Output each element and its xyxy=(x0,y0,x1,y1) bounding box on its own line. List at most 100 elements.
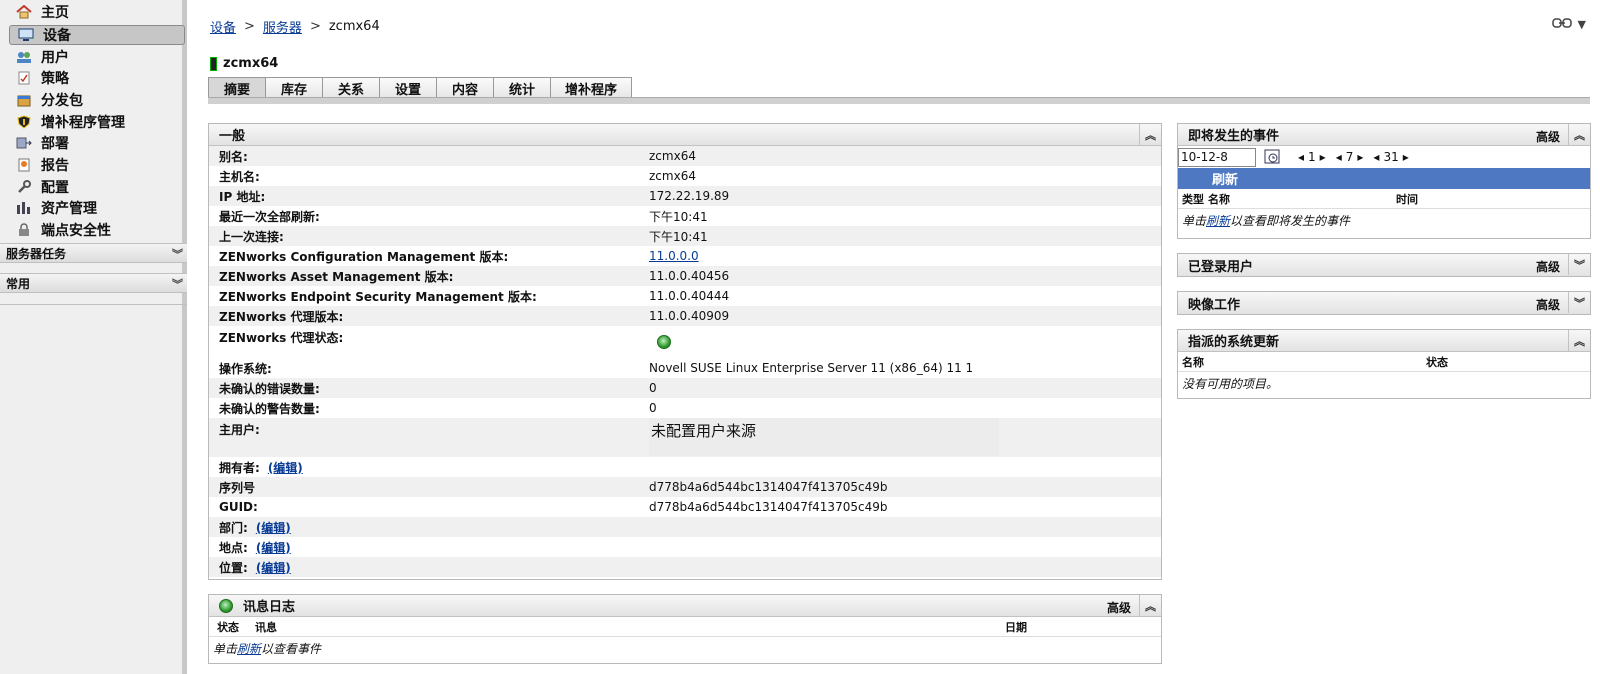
general-row: GUID: d778b4a6d544bc1314047f413705c49b xyxy=(209,497,1161,517)
section-label: 常用 xyxy=(6,276,31,291)
breadcrumb-servers[interactable]: 服务器 xyxy=(263,17,302,36)
sidebar-item-asset-management[interactable]: 资产管理 xyxy=(8,198,186,218)
day-stepper[interactable]: ◂ 1 ▸ xyxy=(1298,150,1326,164)
tab-inventory[interactable]: 库存 xyxy=(265,77,323,98)
advanced-link[interactable]: 高级 xyxy=(1536,258,1560,275)
owner-edit-link[interactable]: (编辑) xyxy=(268,459,303,476)
tab-summary[interactable]: 摘要 xyxy=(208,77,266,98)
logged-users-panel: 已登录用户 高级 ︾ xyxy=(1177,253,1591,277)
general-row: 未确认的错误数量: 0 xyxy=(209,378,1161,398)
column-message[interactable]: 讯息 xyxy=(255,619,1005,635)
chevron-double-up-icon[interactable]: ︽ xyxy=(1139,595,1161,616)
week-stepper[interactable]: ◂ 7 ▸ xyxy=(1336,150,1364,164)
bundle-icon xyxy=(15,92,33,108)
chevron-right-icon[interactable]: ▸ xyxy=(1320,150,1326,164)
row-label: ZENworks 代理状态: xyxy=(219,331,344,345)
monitor-icon xyxy=(17,27,35,43)
row-label: ZENworks 代理版本: xyxy=(219,309,344,324)
date-controls: 10-12-8 ◂ 1 ▸ ◂ 7 ▸ ◂ 31 ▸ xyxy=(1178,146,1590,168)
chevron-left-icon[interactable]: ◂ xyxy=(1336,150,1342,164)
sidebar-item-devices[interactable]: 设备 xyxy=(9,25,185,45)
chevron-double-up-icon[interactable]: ︽ xyxy=(1139,124,1161,145)
sidebar-item-endpoint-security[interactable]: 端点安全性 xyxy=(8,220,186,240)
tab-settings[interactable]: 设置 xyxy=(379,77,437,98)
general-row: 主用户: 未配置用户来源 xyxy=(209,418,1161,457)
date-input[interactable]: 10-12-8 xyxy=(1178,147,1256,167)
column-name[interactable]: 名称 xyxy=(1178,354,1426,370)
chevron-left-icon[interactable]: ◂ xyxy=(1373,150,1379,164)
chevron-left-icon[interactable]: ◂ xyxy=(1298,150,1304,164)
stepper-value: 7 xyxy=(1345,150,1354,164)
row-value: 172.22.19.89 xyxy=(649,189,730,203)
advanced-link[interactable]: 高级 xyxy=(1107,599,1131,616)
row-label: IP 地址: xyxy=(219,189,266,204)
general-rows: 别名: zcmx64 主机名: zcmx64 IP 地址: 172.22.19.89 … xyxy=(209,146,1161,577)
column-time[interactable]: 时间 xyxy=(1396,191,1418,207)
sidebar-item-users[interactable]: 用户 xyxy=(8,47,186,67)
month-stepper[interactable]: ◂ 31 ▸ xyxy=(1373,150,1408,164)
row-label: 地点: xyxy=(219,540,248,555)
panel-header[interactable]: 已登录用户 高级 ︾ xyxy=(1178,254,1590,276)
sidebar-item-label: 策略 xyxy=(41,71,69,87)
department-edit-link[interactable]: (编辑) xyxy=(256,519,291,536)
panel-title: 映像工作 xyxy=(1188,297,1241,313)
column-date[interactable]: 日期 xyxy=(1005,619,1027,635)
dropdown-arrow-icon[interactable]: ▼ xyxy=(1578,18,1586,31)
tab-statistics[interactable]: 统计 xyxy=(493,77,551,98)
upcoming-events-panel: 即将发生的事件 高级 ︽ 10-12-8 ◂ 1 ▸ ◂ 7 ▸ ◂ 31 ▸ 刷新 类型 … xyxy=(1177,123,1591,239)
row-label: 最近一次全部刷新: xyxy=(219,209,320,224)
panel-header[interactable]: 映像工作 高级 ︾ xyxy=(1178,292,1590,314)
sidebar-item-deployment[interactable]: 部署 xyxy=(8,133,186,153)
updates-note: 没有可用的项目。 xyxy=(1182,376,1279,391)
chevron-double-down-icon[interactable]: ︾ xyxy=(172,246,183,262)
chevron-double-down-icon[interactable]: ︾ xyxy=(1568,292,1590,313)
chevron-right-icon[interactable]: ▸ xyxy=(1357,150,1363,164)
panel-title: 指派的系统更新 xyxy=(1188,335,1280,350)
tab-patches[interactable]: 增补程序 xyxy=(550,77,633,98)
sidebar-item-patch-management[interactable]: 增补程序管理 xyxy=(8,112,186,132)
general-row: IP 地址: 172.22.19.89 xyxy=(209,186,1161,206)
general-row: 主机名: zcmx64 xyxy=(209,166,1161,186)
chevron-double-up-icon[interactable]: ︽ xyxy=(1568,124,1590,145)
status-ok-icon xyxy=(219,598,233,613)
sidebar-item-label: 端点安全性 xyxy=(41,223,111,239)
column-name[interactable]: 名称 xyxy=(1208,191,1396,207)
breadcrumb-devices[interactable]: 设备 xyxy=(210,17,236,36)
sidebar-item-label: 部署 xyxy=(41,136,69,152)
chevron-right-icon[interactable]: ▸ xyxy=(1403,150,1409,164)
refresh-link[interactable]: 刷新 xyxy=(1206,212,1230,229)
refresh-button[interactable]: 刷新 xyxy=(1178,168,1590,189)
calendar-clock-icon[interactable] xyxy=(1264,148,1280,167)
site-edit-link[interactable]: (编辑) xyxy=(256,539,291,556)
refresh-link[interactable]: 刷新 xyxy=(237,640,261,657)
column-status[interactable]: 状态 xyxy=(1426,354,1448,370)
sidebar-item-configuration[interactable]: 配置 xyxy=(8,177,186,197)
general-row: 别名: zcmx64 xyxy=(209,146,1161,166)
location-edit-link[interactable]: (编辑) xyxy=(256,559,291,576)
sidebar-item-bundles[interactable]: 分发包 xyxy=(8,90,186,110)
sidebar-item-policies[interactable]: 策略 xyxy=(8,68,186,88)
sidebar-section-common[interactable]: 常用 ︾ xyxy=(0,273,187,293)
column-type[interactable]: 类型 xyxy=(1178,191,1208,207)
tab-relationships[interactable]: 关系 xyxy=(322,77,380,98)
sidebar-item-label: 增补程序管理 xyxy=(41,115,125,131)
sidebar-item-home[interactable]: 主页 xyxy=(8,2,186,22)
chevron-double-down-icon[interactable]: ︾ xyxy=(172,276,183,292)
chevron-double-up-icon[interactable]: ︽ xyxy=(1568,330,1590,351)
chevron-double-down-icon[interactable]: ︾ xyxy=(1568,254,1590,275)
link-icon[interactable] xyxy=(1551,18,1572,31)
panel-title: 即将发生的事件 xyxy=(1188,129,1280,144)
note-text: 单击 xyxy=(213,641,238,656)
advanced-link[interactable]: 高级 xyxy=(1536,296,1560,313)
advanced-link[interactable]: 高级 xyxy=(1536,128,1560,145)
breadcrumb-separator: > xyxy=(309,19,321,34)
sidebar-item-label: 设备 xyxy=(43,28,71,44)
wrench-icon xyxy=(15,179,33,195)
sidebar-item-reports[interactable]: 报告 xyxy=(8,155,186,175)
zcm-version-link[interactable]: 11.0.0.0 xyxy=(649,249,699,263)
row-value: 下午10:41 xyxy=(649,229,708,244)
tab-content[interactable]: 内容 xyxy=(436,77,494,98)
general-row: 拥有者: (编辑) xyxy=(209,457,1161,477)
sidebar-section-server-tasks[interactable]: 服务器任务 ︾ xyxy=(0,243,187,263)
column-status[interactable]: 状态 xyxy=(209,619,255,635)
